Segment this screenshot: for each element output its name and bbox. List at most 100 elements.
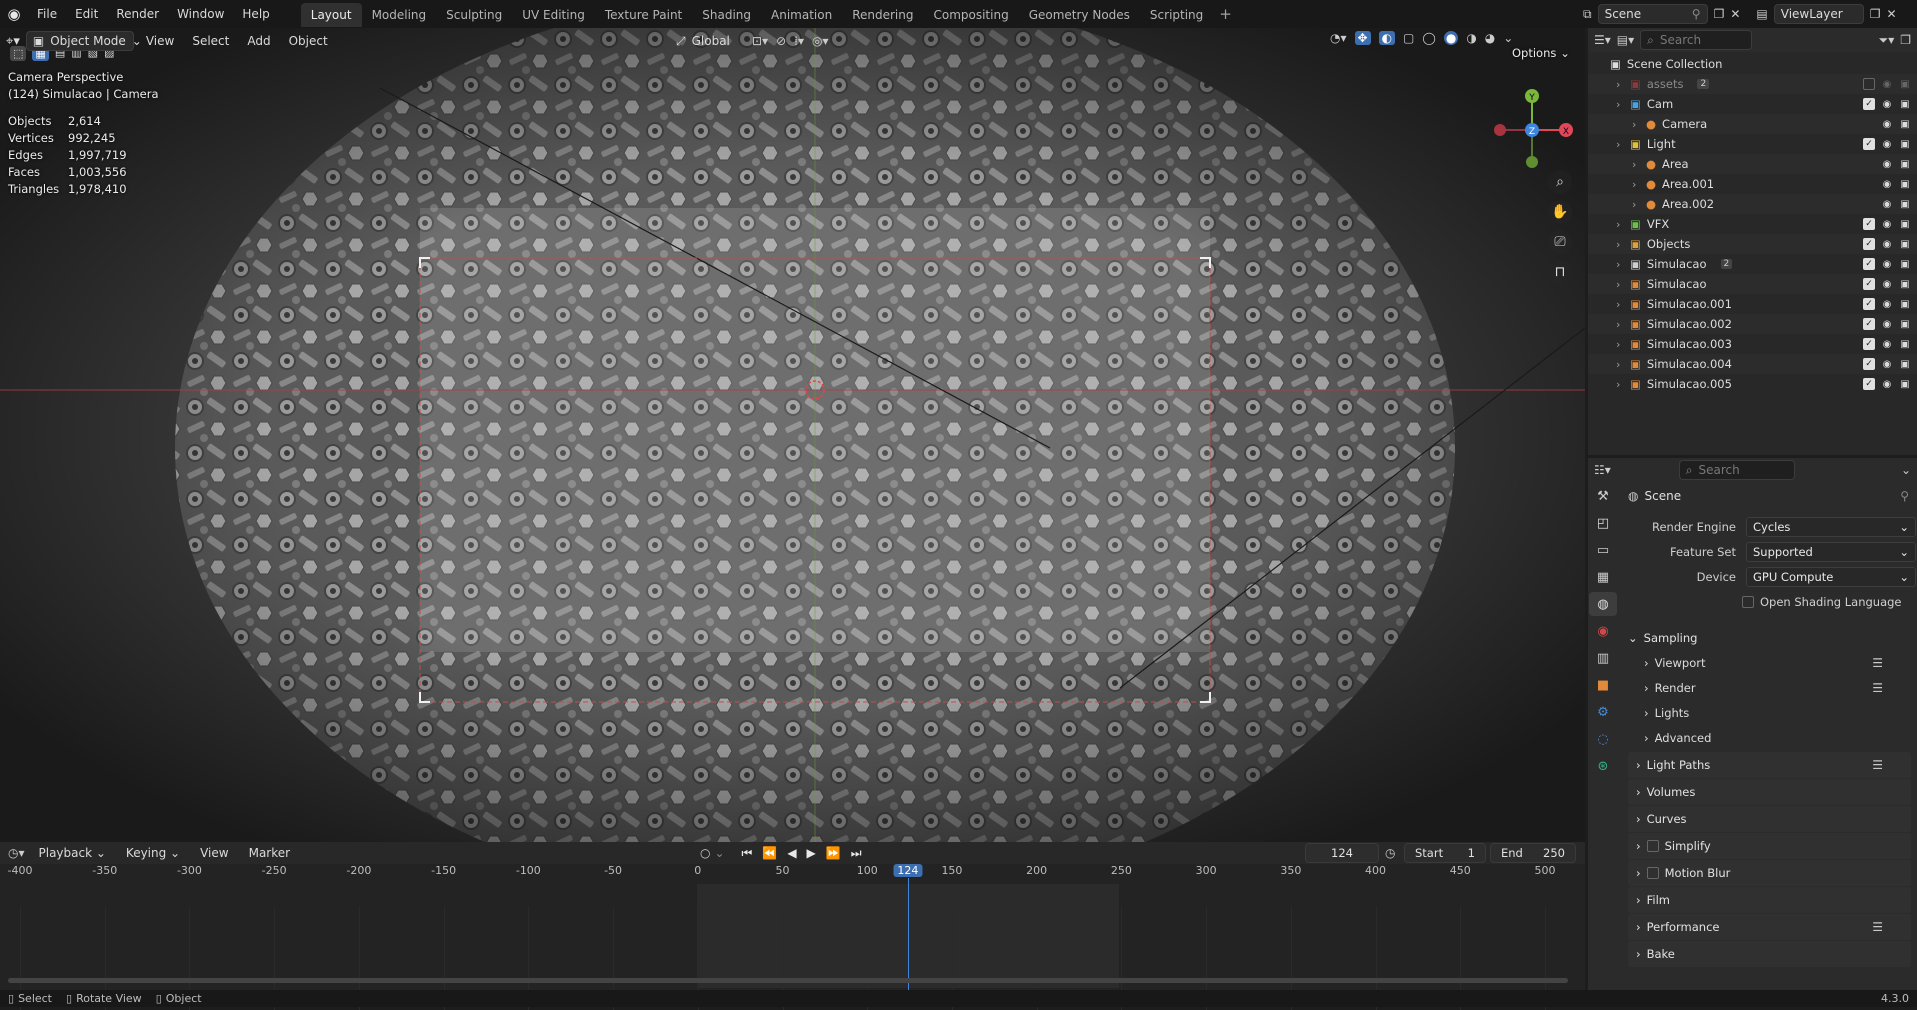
chevron-down-icon[interactable]: ⌄ [1901,463,1911,477]
viewport-menu-object[interactable]: Object [283,34,334,48]
chevron-right-icon[interactable]: › [1616,98,1628,111]
chevron-down-icon[interactable]: ⌄ [714,846,724,860]
eye-icon[interactable]: ◉ [1881,78,1893,90]
render-camera-icon[interactable]: ▣ [1899,198,1911,210]
shading-options-icon[interactable]: ⌄ [1503,31,1513,45]
jump-end-icon[interactable]: ⏭ [848,846,865,861]
scene-selector[interactable]: Scene ⚲ [1597,4,1708,24]
filter-icon[interactable]: ⏷▾ [1879,33,1895,48]
render-camera-icon[interactable]: ▣ [1899,118,1911,130]
lock-icon[interactable]: ⊓ [1548,260,1572,284]
tab-compositing[interactable]: Compositing [923,3,1018,27]
timeline-editor-icon[interactable]: ◷▾ [8,846,25,860]
exclude-checkbox[interactable]: ✓ [1863,258,1875,270]
tab-shading[interactable]: Shading [692,3,761,27]
viewport-menu-add[interactable]: Add [241,34,276,48]
panel-bake[interactable]: › Bake [1628,941,1911,967]
render-camera-icon[interactable]: ▣ [1899,378,1911,390]
chevron-right-icon[interactable]: › [1632,198,1644,211]
outliner-row[interactable]: › ▣ VFX ✓ ◉ ▣ [1588,214,1917,234]
render-engine-select[interactable]: Cycles ⌄ [1746,516,1916,537]
eye-icon[interactable]: ◉ [1881,278,1893,290]
device-select[interactable]: GPU Compute ⌄ [1746,566,1916,587]
prev-keyframe-icon[interactable]: ⏪ [759,846,780,860]
render-camera-icon[interactable]: ▣ [1899,238,1911,250]
render-camera-icon[interactable]: ▣ [1899,298,1911,310]
timeline-area[interactable]: -400 -350 -300 -250 -200 -150 -100 -50 0 50 100 124… [0,864,1585,1010]
zoom-icon[interactable]: ⌕ [1548,170,1572,194]
exclude-checkbox[interactable]: ✓ [1863,238,1875,250]
output-tab-icon[interactable]: ▭ [1589,538,1617,562]
panel-enable-checkbox[interactable] [1646,867,1659,879]
proportional-edit-icon[interactable]: ◎▾ [812,34,829,48]
panel-enable-checkbox[interactable] [1646,840,1659,852]
eye-icon[interactable]: ◉ [1881,318,1893,330]
outliner-row[interactable]: › ▣ assets 2 ◉ ▣ [1588,74,1917,94]
jump-start-icon[interactable]: ⏮ [739,846,756,861]
end-frame-field[interactable]: End 250 [1490,843,1576,863]
render-camera-icon[interactable]: ▣ [1899,338,1911,350]
render-camera-icon[interactable]: ▣ [1899,218,1911,230]
exclude-checkbox[interactable]: ✓ [1863,298,1875,310]
blender-logo-icon[interactable]: ◉ [0,0,28,28]
view-layer-tab-icon[interactable]: ▦ [1589,565,1617,589]
add-workspace-icon[interactable]: + [1213,5,1238,23]
start-frame-field[interactable]: Start 1 [1404,843,1486,863]
render-camera-icon[interactable]: ▣ [1899,138,1911,150]
outliner-row[interactable]: › ● Area.001 ◉ ▣ [1588,174,1917,194]
eye-icon[interactable]: ◉ [1881,98,1893,110]
exclude-checkbox[interactable]: ✓ [1863,218,1875,230]
chevron-right-icon[interactable]: › [1616,238,1628,251]
view-layer-selector[interactable]: ViewLayer [1773,4,1864,24]
display-mode-icon[interactable]: ▤▾ [1617,33,1634,47]
scene-tab-icon[interactable]: ◍ [1589,592,1617,616]
current-frame-indicator[interactable]: 124 [893,864,923,877]
autokey-icon[interactable]: ○ [700,846,710,860]
menu-render[interactable]: Render [107,0,168,28]
delete-view-layer-icon[interactable]: ✕ [1887,7,1897,21]
next-keyframe-icon[interactable]: ⏩ [823,846,844,860]
eye-icon[interactable]: ◉ [1881,258,1893,270]
xray-icon[interactable]: ▢ [1403,31,1414,45]
tab-uv-editing[interactable]: UV Editing [512,3,595,27]
tab-scripting[interactable]: Scripting [1140,3,1213,27]
outliner-row[interactable]: › ▣ Simulacao.001 ✓ ◉ ▣ [1588,294,1917,314]
view-layer-icon[interactable]: ▤ [1756,7,1767,21]
snap-target-icon[interactable]: ⁞▾ [794,34,804,48]
rendered-shading-icon[interactable]: ◕ [1485,31,1495,45]
panel-volumes[interactable]: › Volumes [1628,779,1911,805]
timeline-menu-playback[interactable]: Playback ⌄ [33,846,112,860]
outliner-row[interactable]: › ▣ Simulacao.003 ✓ ◉ ▣ [1588,334,1917,354]
panel-simplify[interactable]: › Simplify [1628,833,1911,859]
navigation-gizmo[interactable]: Y X Z [1490,84,1580,174]
osl-checkbox[interactable] [1742,595,1754,608]
outliner-row[interactable]: › ▣ Simulacao.002 ✓ ◉ ▣ [1588,314,1917,334]
outliner-row[interactable]: › ▣ Simulacao.004 ✓ ◉ ▣ [1588,354,1917,374]
eye-icon[interactable]: ◉ [1881,358,1893,370]
exclude-checkbox[interactable]: ✓ [1863,358,1875,370]
viewport-menu-view[interactable]: View [140,34,180,48]
chevron-right-icon[interactable]: › [1616,338,1628,351]
gizmo-toggle-icon[interactable]: ✥ [1354,31,1371,45]
outliner-row[interactable]: › ● Area ◉ ▣ [1588,154,1917,174]
render-camera-icon[interactable]: ▣ [1899,178,1911,190]
play-icon[interactable]: ▶ [804,846,819,860]
panel-film[interactable]: › Film [1628,887,1911,913]
sampling-advanced-subpanel[interactable]: › Advanced [1644,725,1917,750]
chevron-right-icon[interactable]: › [1616,318,1628,331]
tab-layout[interactable]: Layout [300,3,362,27]
menu-help[interactable]: Help [233,0,278,28]
render-camera-icon[interactable]: ▣ [1899,78,1911,90]
delete-scene-icon[interactable]: ✕ [1730,7,1740,21]
3d-viewport[interactable]: ⌖▾ ▣ Object Mode ⌄ View Select Add Object … [0,28,1585,842]
eye-icon[interactable]: ◉ [1881,218,1893,230]
new-scene-icon[interactable]: ❐ [1714,7,1725,21]
chevron-right-icon[interactable]: › [1616,378,1628,391]
eye-icon[interactable]: ◉ [1881,298,1893,310]
pin-icon[interactable]: ⚲ [1900,489,1909,503]
list-icon[interactable]: ☰ [1872,656,1883,670]
snap-icon[interactable]: ⊘ [776,34,786,48]
camera-view-icon[interactable]: ⎚ [1548,230,1572,254]
timeline-menu-keying[interactable]: Keying ⌄ [120,846,186,860]
list-icon[interactable]: ☰ [1872,681,1883,695]
